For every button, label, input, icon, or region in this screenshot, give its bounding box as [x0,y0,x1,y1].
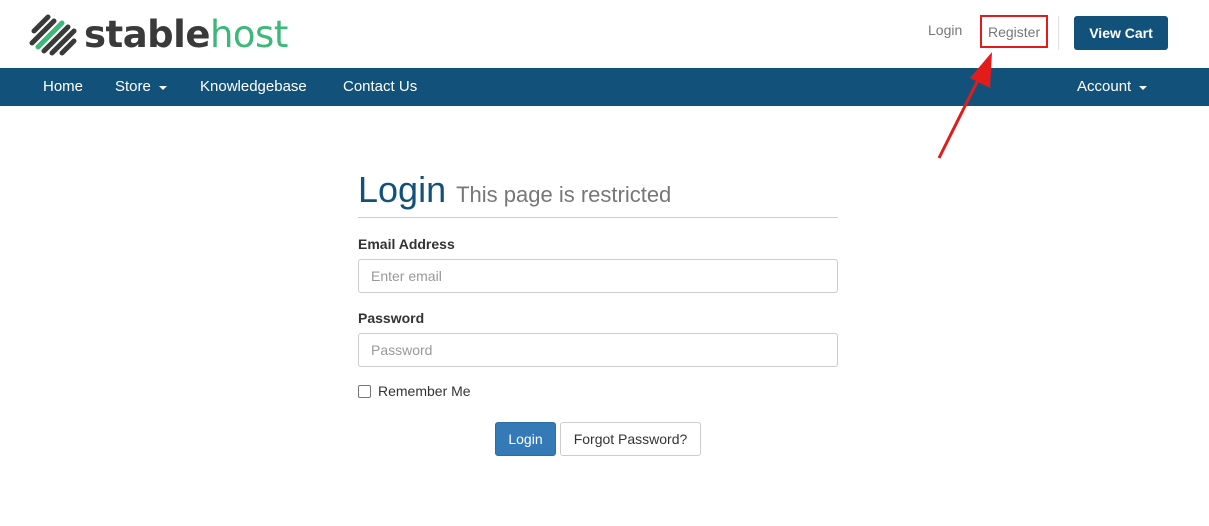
header-register-link[interactable]: Register [980,15,1049,48]
nav-item-knowledgebase[interactable]: Knowledgebase [200,68,307,106]
remember-me-checkbox[interactable] [358,384,371,398]
password-label: Password [358,310,425,326]
caret-down-icon [1139,86,1148,90]
site-header: stablehost Login Register View Cart [0,0,1209,68]
site-logo[interactable]: stablehost [28,8,288,60]
header-login-link[interactable]: Login [928,22,962,38]
main-navbar: Home Store Knowledgebase Contact Us Acco… [0,68,1209,106]
nav-item-home[interactable]: Home [43,68,83,106]
stripes-logo-icon [29,14,77,56]
nav-item-contact-us[interactable]: Contact Us [343,68,417,106]
email-label: Email Address [358,236,455,252]
login-button[interactable]: Login [495,422,556,456]
nav-item-store[interactable]: Store [115,68,167,106]
remember-me[interactable]: Remember Me [358,383,471,399]
password-input[interactable] [358,333,838,367]
login-panel: Login This page is restricted Email Addr… [358,168,838,456]
email-input[interactable] [358,259,838,293]
remember-me-label: Remember Me [378,383,471,399]
page-title: Login [358,169,447,210]
header-actions: Login Register View Cart [909,15,1209,50]
annotation-arrow-icon [937,52,992,159]
forgot-password-button[interactable]: Forgot Password? [560,422,701,456]
view-cart-button[interactable]: View Cart [1074,16,1168,50]
page-header: Login This page is restricted [358,168,838,218]
nav-item-account[interactable]: Account [1077,68,1148,106]
page-subtitle: This page is restricted [456,182,672,207]
header-divider [1058,16,1059,50]
logo-wordmark: stablehost [84,12,288,56]
caret-down-icon [158,86,167,90]
